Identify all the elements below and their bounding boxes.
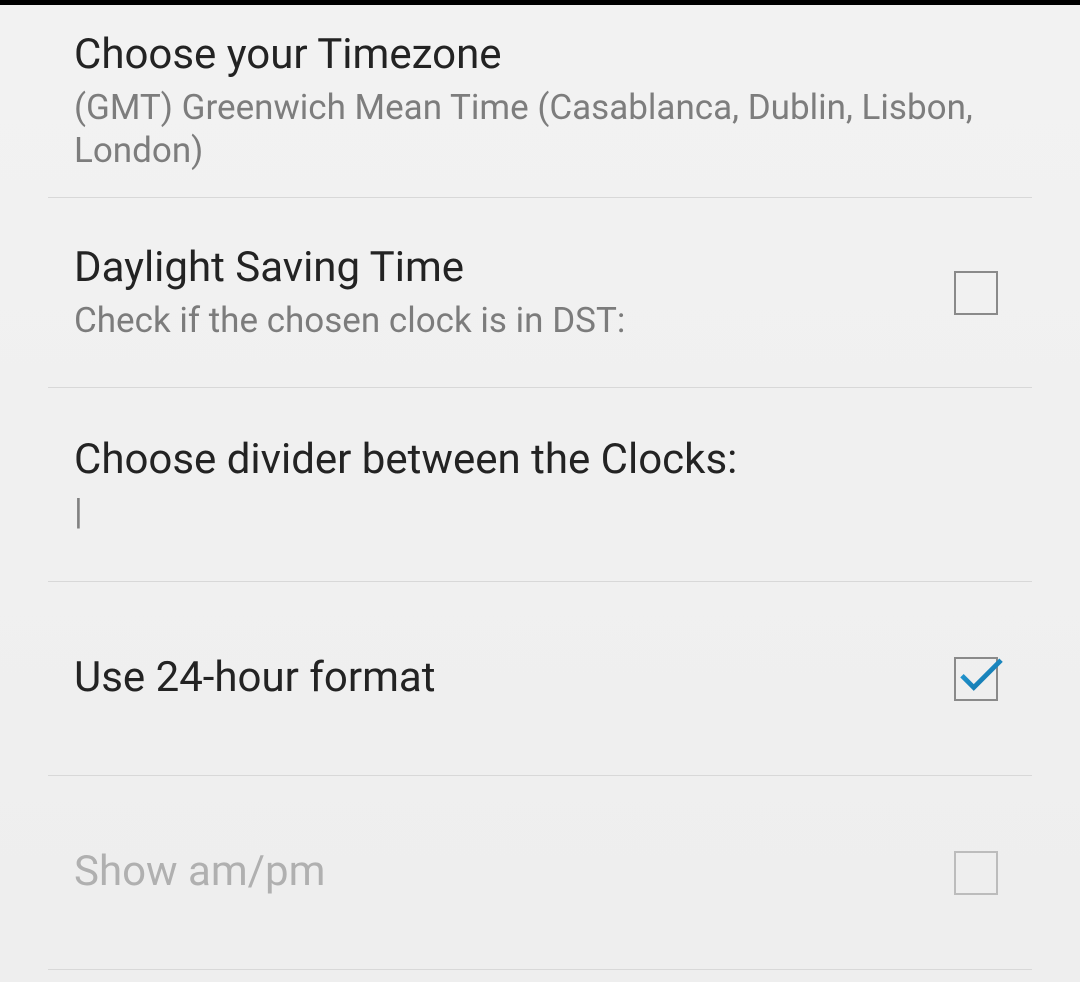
checkmark-icon (952, 645, 1010, 703)
dst-subtitle: Check if the chosen clock is in DST: (74, 299, 934, 343)
dst-checkbox[interactable] (954, 271, 998, 315)
timezone-value: (GMT) Greenwich Mean Time (Casablanca, D… (74, 86, 1006, 174)
ampm-setting: Show am/pm (48, 776, 1032, 970)
timezone-text: Choose your Timezone (GMT) Greenwich Mea… (74, 29, 1006, 173)
dst-text: Daylight Saving Time Check if the chosen… (74, 242, 934, 342)
format24-checkbox[interactable] (954, 657, 998, 701)
format24-setting[interactable]: Use 24-hour format (48, 582, 1032, 776)
settings-list: Choose your Timezone (GMT) Greenwich Mea… (0, 5, 1080, 970)
divider-text: Choose divider between the Clocks: | (74, 434, 1006, 536)
ampm-text: Show am/pm (74, 846, 934, 899)
ampm-checkbox (954, 851, 998, 895)
divider-title: Choose divider between the Clocks: (74, 434, 1006, 487)
timezone-setting[interactable]: Choose your Timezone (GMT) Greenwich Mea… (48, 5, 1032, 198)
divider-value: | (74, 490, 1006, 535)
format24-title: Use 24-hour format (74, 652, 934, 705)
dst-title: Daylight Saving Time (74, 242, 934, 295)
ampm-title: Show am/pm (74, 846, 934, 899)
timezone-title: Choose your Timezone (74, 29, 1006, 82)
divider-setting[interactable]: Choose divider between the Clocks: | (48, 388, 1032, 582)
format24-text: Use 24-hour format (74, 652, 934, 705)
dst-setting[interactable]: Daylight Saving Time Check if the chosen… (48, 198, 1032, 388)
